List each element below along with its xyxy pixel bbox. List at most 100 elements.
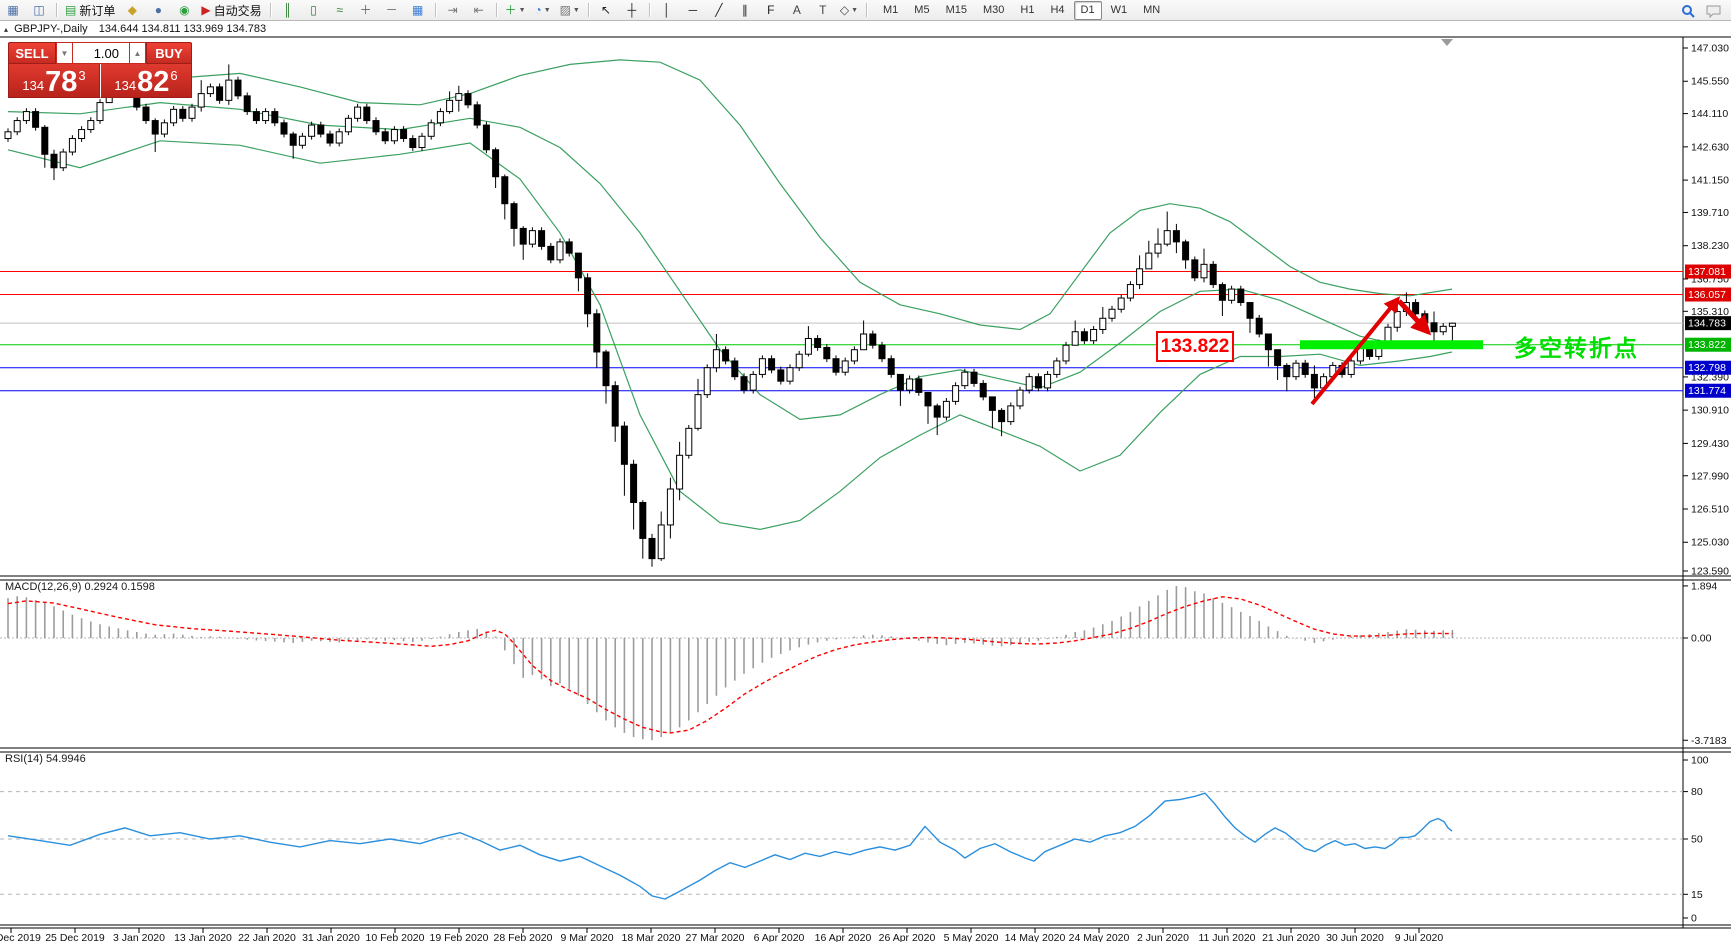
bear-candle[interactable] [979, 382, 987, 398]
date-axis-label[interactable]: 11 Jun 2020 [1198, 932, 1255, 942]
bear-candle[interactable] [538, 230, 546, 247]
bear-candle[interactable] [933, 405, 941, 418]
date-axis-label[interactable]: 24 May 2020 [1069, 932, 1130, 942]
timeframe-m15-button[interactable]: M15 [939, 1, 974, 20]
bull-candle[interactable] [804, 337, 812, 355]
bear-candle[interactable] [574, 252, 582, 279]
date-axis-label[interactable]: 13 Jan 2020 [174, 932, 232, 942]
date-axis-label[interactable]: 16 Dec 2019 [0, 932, 41, 942]
date-axis-label[interactable]: 21 Jun 2020 [1262, 932, 1320, 942]
bear-candle[interactable] [593, 313, 601, 353]
bear-candle[interactable] [1421, 313, 1429, 324]
bull-candle[interactable] [68, 138, 76, 153]
bear-candle[interactable] [1218, 284, 1226, 301]
buy-button[interactable]: BUY [146, 42, 192, 64]
bear-candle[interactable] [602, 351, 610, 387]
bear-candle[interactable] [970, 371, 978, 384]
bear-candle[interactable] [988, 396, 996, 411]
bull-candle[interactable] [1145, 252, 1153, 270]
bear-candle[interactable] [151, 120, 159, 135]
bull-candle[interactable] [1071, 331, 1079, 346]
bull-candle[interactable] [841, 360, 849, 373]
auto-scroll-icon[interactable]: ⇥ [441, 0, 465, 20]
bull-candle[interactable] [1044, 373, 1052, 389]
bear-candle[interactable] [326, 133, 334, 144]
bear-candle[interactable] [1255, 317, 1263, 335]
bull-candle[interactable] [96, 102, 104, 122]
bear-candle[interactable] [381, 131, 389, 142]
bull-candle[interactable] [556, 241, 564, 261]
bear-candle[interactable] [777, 369, 785, 382]
vline-icon[interactable]: │ [655, 0, 679, 20]
timeframe-m1-button[interactable]: M1 [876, 1, 905, 20]
bear-candle[interactable] [482, 124, 490, 151]
bull-candle[interactable] [78, 129, 86, 140]
timeframe-m30-button[interactable]: M30 [976, 1, 1011, 20]
bear-candle[interactable] [1264, 333, 1272, 351]
bull-candle[interactable] [427, 122, 435, 137]
bear-candle[interactable] [823, 346, 831, 360]
bull-candle[interactable] [455, 93, 463, 101]
bear-candle[interactable] [234, 79, 242, 97]
bull-candle[interactable] [436, 111, 444, 124]
bull-candle[interactable] [1154, 243, 1162, 254]
bear-candle[interactable] [1430, 322, 1438, 333]
zoom-in-icon[interactable]: ＋ [354, 0, 378, 20]
periods-icon[interactable]: ◔ ▼ [531, 0, 555, 20]
sell-price-display[interactable]: 134 78 3 [8, 64, 100, 98]
bear-candle[interactable] [1412, 302, 1420, 315]
date-axis-label[interactable]: 9 Mar 2020 [560, 932, 613, 942]
bear-candle[interactable] [832, 358, 840, 373]
bull-candle[interactable] [22, 111, 30, 122]
bull-candle[interactable] [703, 367, 711, 396]
bear-candle[interactable] [1274, 349, 1282, 366]
date-axis-label[interactable]: 9 Jul 2020 [1395, 932, 1444, 942]
bear-candle[interactable] [317, 124, 325, 135]
bull-candle[interactable] [1347, 360, 1355, 375]
bear-candle[interactable] [1209, 263, 1217, 286]
bear-candle[interactable] [243, 95, 251, 113]
fibonacci-icon[interactable]: F [759, 0, 783, 20]
bull-candle[interactable] [59, 151, 67, 169]
bull-candle[interactable] [197, 93, 205, 108]
bear-candle[interactable] [768, 358, 776, 371]
bear-candle[interactable] [814, 337, 822, 348]
date-axis-label[interactable]: 27 Mar 2020 [686, 932, 745, 942]
community-icon[interactable]: ● [146, 0, 170, 20]
bull-candle[interactable] [666, 488, 674, 526]
bear-candle[interactable] [547, 245, 555, 261]
bull-candle[interactable] [1117, 297, 1125, 310]
bull-candle[interactable] [390, 129, 398, 142]
bear-candle[interactable] [363, 106, 371, 122]
arrows-icon-dropdown[interactable]: ▼ [851, 7, 858, 14]
periods-icon-dropdown[interactable]: ▼ [544, 7, 551, 14]
bull-candle[interactable] [1108, 308, 1116, 319]
bear-candle[interactable] [620, 425, 628, 465]
bear-candle[interactable] [501, 176, 509, 205]
bear-candle[interactable] [32, 111, 40, 128]
bull-candle[interactable] [1025, 376, 1033, 391]
indicators-icon-dropdown[interactable]: ▼ [519, 7, 526, 14]
bull-candle[interactable] [961, 371, 969, 387]
bear-candle[interactable] [722, 349, 730, 362]
timeframe-d1-button[interactable]: D1 [1073, 0, 1102, 20]
bull-candle[interactable] [418, 135, 426, 149]
line-chart-icon[interactable]: ≈ [328, 0, 352, 20]
bull-candle[interactable] [676, 454, 684, 490]
timeframe-h1-button[interactable]: H1 [1013, 1, 1041, 20]
date-axis-label[interactable]: 28 Feb 2020 [494, 932, 553, 942]
cursor-icon[interactable]: ↖ [594, 0, 618, 20]
bear-candle[interactable] [372, 120, 380, 133]
bull-candle[interactable] [335, 131, 343, 144]
new-order-icon[interactable]: ▤ 新订单 [62, 0, 118, 20]
crosshair-icon[interactable]: ┼ [620, 0, 644, 20]
date-axis-label[interactable]: 31 Jan 2020 [302, 932, 360, 942]
bull-candle[interactable] [188, 106, 196, 119]
bull-candle[interactable] [1016, 389, 1024, 407]
bear-candle[interactable] [473, 104, 481, 126]
bull-candle[interactable] [206, 86, 214, 95]
bull-candle[interactable] [1099, 317, 1107, 330]
zoom-out-icon[interactable]: － [380, 0, 404, 20]
bull-candle[interactable] [170, 108, 178, 124]
bull-candle[interactable] [1090, 328, 1098, 342]
